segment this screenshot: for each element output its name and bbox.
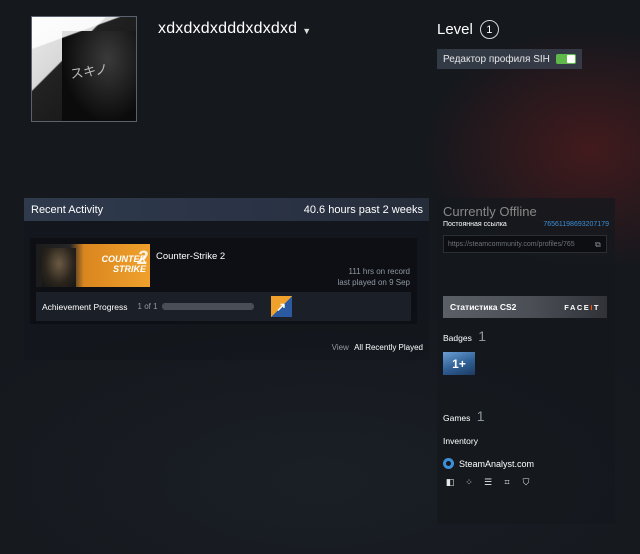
game-stats: 111 hrs on record last played on 9 Sep [338, 266, 411, 288]
achievement-icon[interactable]: ↗ [270, 296, 292, 317]
capsule-soldier-art [42, 248, 76, 287]
game-name-link[interactable]: Counter-Strike 2 [156, 251, 225, 262]
faceit-logo: FACEIT [564, 302, 600, 312]
capsule-logo-numeral: 2 [137, 248, 148, 269]
achievement-progress-row[interactable]: Achievement Progress 1 of 1 ↗ [36, 292, 411, 321]
cs2-stats-label: Статистика CS2 [450, 302, 517, 312]
persona-name: xdxdxdxdddxdxdxd [158, 20, 298, 37]
cs2-stats-button[interactable]: Статистика CS2 FACEIT [443, 296, 607, 318]
recent-activity-header: Recent Activity 40.6 hours past 2 weeks [24, 198, 429, 221]
permanent-link-field[interactable]: https://steamcommunity.com/profiles/765 … [443, 235, 607, 253]
caret-down-icon: ▼ [302, 26, 312, 36]
permanent-link-url: https://steamcommunity.com/profiles/765 [448, 240, 575, 248]
recent-activity-panel: Recent Activity 40.6 hours past 2 weeks … [24, 198, 429, 360]
achievement-label: Achievement Progress [42, 301, 128, 312]
sih-editor-toggle[interactable]: Редактор профиля SIH [437, 49, 582, 69]
steamanalyst-label: SteamAnalyst.com [459, 458, 535, 469]
copy-icon[interactable]: ⧉ [595, 240, 603, 249]
toggle-switch-icon[interactable] [555, 54, 576, 64]
profile-avatar[interactable]: スキノ [31, 16, 137, 122]
games-heading[interactable]: Games 1 [443, 408, 485, 424]
game-capsule-image[interactable]: COUNTER STRIKE 2 [36, 244, 150, 287]
capsule-logo: COUNTER STRIKE 2 [102, 248, 149, 274]
recent-activity-summary: 40.6 hours past 2 weeks [303, 203, 423, 216]
profile-sidebar: Currently Offline Постоянная ссылка 7656… [437, 198, 615, 524]
sih-toggle-label: Редактор профиля SIH [443, 53, 550, 65]
view-all-recent: View All Recently Played [332, 343, 423, 352]
level-block: Level 1 [437, 20, 499, 39]
level-badge[interactable]: 1 [479, 20, 499, 39]
inventory-tools: ◧ ⁘ ☰ ⌗ ⛉ [445, 478, 531, 488]
badges-label: Badges [443, 333, 472, 343]
list-icon[interactable]: ☰ [483, 478, 493, 488]
recent-activity-title: Recent Activity [31, 203, 104, 216]
dots-icon[interactable]: ⁘ [464, 478, 474, 488]
badges-heading[interactable]: Badges 1 [443, 328, 486, 344]
badges-count: 1 [478, 328, 487, 344]
achievement-count: 1 of 1 [137, 302, 158, 311]
online-status: Currently Offline [443, 204, 537, 219]
last-played: last played on 9 Sep [337, 278, 411, 287]
all-recently-played-link[interactable]: All Recently Played [354, 343, 423, 352]
permanent-link-label: Постоянная ссылка [443, 221, 507, 228]
game-card: COUNTER STRIKE 2 Counter-Strike 2 111 hr… [30, 238, 417, 324]
level-label: Level [437, 21, 473, 38]
achievement-progress-fill [162, 304, 253, 309]
badge-1plus-icon[interactable]: 1+ [443, 352, 475, 375]
steamanalyst-link[interactable]: SteamAnalyst.com [443, 458, 534, 469]
persona-name-dropdown[interactable]: xdxdxdxdddxdxdxd ▼ [158, 20, 311, 38]
games-count: 1 [476, 408, 485, 424]
bracket-icon[interactable]: ⌗ [502, 478, 512, 488]
card-icon[interactable]: ◧ [445, 478, 455, 488]
steamanalyst-icon [443, 458, 454, 469]
games-label: Games [443, 413, 471, 423]
achievement-progress-bar [161, 303, 254, 310]
inventory-heading[interactable]: Inventory [443, 436, 478, 446]
steam-id-link[interactable]: 76561198693207179 [543, 221, 609, 228]
shield-icon[interactable]: ⛉ [521, 478, 531, 488]
view-label: View [331, 343, 349, 352]
hours-on-record: 111 hrs on record [348, 267, 410, 276]
